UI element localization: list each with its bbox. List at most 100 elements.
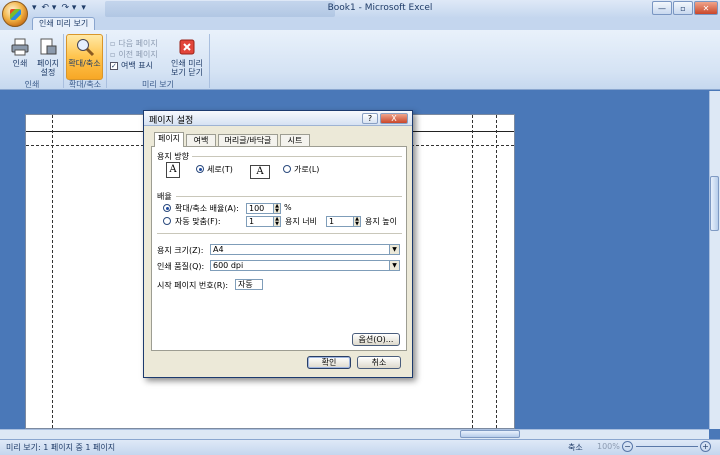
show-margins-label: 여백 표시 bbox=[121, 61, 153, 70]
zoom-in-icon[interactable]: + bbox=[700, 441, 711, 452]
zoom-button-content: 확대/축소 bbox=[66, 35, 103, 68]
next-page-button[interactable]: ▫ 다음 페이지 bbox=[110, 38, 158, 49]
window-title: Book1 - Microsoft Excel bbox=[327, 3, 433, 13]
zoom-out-icon[interactable]: − bbox=[622, 441, 633, 452]
portrait-icon: A bbox=[166, 162, 180, 178]
printer-icon bbox=[11, 38, 29, 56]
next-page-icon: ▫ bbox=[110, 39, 116, 48]
close-button[interactable]: ✕ bbox=[694, 1, 718, 15]
adjust-to-radio[interactable] bbox=[163, 204, 171, 212]
page-setup-icon bbox=[40, 38, 57, 55]
first-page-number-label: 시작 페이지 번호(R): bbox=[157, 281, 229, 290]
tab-sheet[interactable]: 시트 bbox=[280, 134, 310, 146]
paper-size-value: A4 bbox=[213, 245, 224, 254]
prev-page-icon: ▫ bbox=[110, 50, 116, 59]
vertical-scroll-thumb[interactable] bbox=[710, 176, 719, 231]
next-page-label: 다음 페이지 bbox=[118, 39, 158, 48]
tab-margins[interactable]: 여백 bbox=[186, 134, 216, 146]
margin-line-right bbox=[472, 115, 473, 428]
horizontal-scroll-thumb[interactable] bbox=[460, 430, 520, 438]
first-page-number-input[interactable]: 자동 bbox=[235, 279, 263, 290]
quick-access-toolbar: ▾ ↶ ▾ ↷ ▾ ▾ bbox=[32, 3, 86, 15]
fit-pages-tall-input[interactable]: 1 bbox=[326, 216, 354, 227]
group-divider bbox=[106, 34, 107, 88]
paper-size-select[interactable]: A4 ▼ bbox=[210, 244, 400, 255]
tab-header-footer[interactable]: 머리글/바닥글 bbox=[218, 134, 278, 146]
fit-to-label: 자동 맞춤(F): bbox=[175, 217, 221, 226]
status-bar: 미리 보기: 1 페이지 중 1 페이지 축소 100% − + bbox=[0, 439, 720, 455]
section-divider bbox=[176, 196, 402, 197]
cancel-button[interactable]: 취소 bbox=[357, 356, 401, 369]
minimize-button[interactable]: — bbox=[652, 1, 672, 15]
maximize-button[interactable]: ▫ bbox=[673, 1, 693, 15]
print-button-label: 인쇄 bbox=[12, 59, 28, 68]
page-setup-label-2: 설정 bbox=[40, 68, 56, 77]
portrait-radio[interactable] bbox=[196, 165, 204, 173]
ok-button[interactable]: 확인 bbox=[307, 356, 351, 369]
background-taskbar-ghost bbox=[105, 1, 335, 17]
qat-more-icon[interactable]: ▾ bbox=[81, 3, 86, 15]
zoom-button-label: 확대/축소 bbox=[68, 59, 101, 68]
redo-icon[interactable]: ↷ ▾ bbox=[61, 3, 76, 15]
zoom-slider[interactable] bbox=[636, 446, 698, 447]
scaling-heading: 배율 bbox=[157, 192, 172, 201]
group-label-print: 인쇄 bbox=[24, 80, 40, 89]
checkbox-checked-icon: ✓ bbox=[110, 61, 118, 70]
status-text: 미리 보기: 1 페이지 중 1 페이지 bbox=[6, 443, 116, 452]
dialog-close-button[interactable]: X bbox=[380, 113, 408, 124]
scale-percent-input[interactable]: 100 bbox=[246, 203, 274, 214]
ribbon-tab-row bbox=[0, 18, 720, 30]
margin-line-right-outer bbox=[496, 115, 497, 428]
vertical-scrollbar[interactable] bbox=[709, 91, 720, 429]
options-button[interactable]: 옵션(O)... bbox=[352, 333, 400, 346]
qat-customize[interactable]: ▾ bbox=[32, 3, 37, 15]
tab-page[interactable]: 페이지 bbox=[154, 132, 184, 147]
print-quality-label: 인쇄 품질(Q): bbox=[157, 262, 205, 271]
fit-pages-tall-spinner[interactable]: ▲ ▼ bbox=[353, 216, 361, 227]
prev-page-button[interactable]: ▫ 이전 페이지 bbox=[110, 49, 158, 60]
zoom-mode-label: 축소 bbox=[568, 443, 583, 452]
print-quality-select[interactable]: 600 dpi ▼ bbox=[210, 260, 400, 271]
preview-items: ▫ 다음 페이지 ▫ 이전 페이지 ✓ 여백 표시 bbox=[110, 38, 158, 71]
prev-page-label: 이전 페이지 bbox=[118, 50, 158, 59]
margin-line-left bbox=[52, 115, 53, 428]
close-preview-label-2: 보기 닫기 bbox=[171, 68, 203, 77]
group-label-preview: 미리 보기 bbox=[142, 80, 174, 89]
close-preview-label-1: 인쇄 미리 bbox=[171, 59, 203, 68]
office-button[interactable] bbox=[2, 1, 28, 27]
section-divider bbox=[157, 233, 402, 234]
portrait-label: 세로(T) bbox=[207, 165, 233, 174]
section-divider bbox=[192, 156, 402, 157]
paper-size-label: 용지 크기(Z): bbox=[157, 246, 204, 255]
page-setup-button[interactable]: 페이지 설정 bbox=[34, 35, 62, 77]
pages-tall-label: 용지 높이 bbox=[365, 217, 397, 226]
chevron-down-icon: ▼ bbox=[389, 245, 399, 254]
percent-sign: % bbox=[284, 203, 292, 212]
help-button[interactable]: ? bbox=[362, 113, 378, 124]
print-button[interactable]: 인쇄 bbox=[6, 35, 34, 68]
group-label-zoom: 확대/축소 bbox=[68, 80, 102, 89]
fit-pages-wide-input[interactable]: 1 bbox=[246, 216, 274, 227]
orientation-heading: 용지 방향 bbox=[157, 152, 189, 161]
window-controls: — ▫ ✕ bbox=[652, 1, 718, 15]
magnifier-icon bbox=[76, 39, 94, 57]
landscape-icon: A bbox=[250, 165, 270, 179]
tab-panel-page: 용지 방향 A 세로(T) A 가로(L) 배율 확대/축소 배율(A): 10… bbox=[151, 146, 407, 351]
chevron-down-icon: ▼ bbox=[389, 261, 399, 270]
dialog-title-bar: 페이지 설정 ? X bbox=[144, 111, 412, 126]
show-margins-checkbox[interactable]: ✓ 여백 표시 bbox=[110, 60, 158, 71]
fit-to-radio[interactable] bbox=[163, 217, 171, 225]
office-logo-icon bbox=[10, 9, 21, 20]
zoom-level: 100% bbox=[597, 442, 620, 451]
undo-icon[interactable]: ↶ ▾ bbox=[42, 3, 57, 15]
tab-print-preview[interactable]: 인쇄 미리 보기 bbox=[32, 17, 96, 31]
dialog-title: 페이지 설정 bbox=[149, 116, 194, 126]
horizontal-scrollbar[interactable] bbox=[0, 429, 709, 439]
page-setup-dialog: 페이지 설정 ? X 페이지 여백 머리글/바닥글 시트 용지 방향 A 세로(… bbox=[143, 110, 413, 378]
landscape-label: 가로(L) bbox=[294, 165, 320, 174]
fit-pages-wide-spinner[interactable]: ▲ ▼ bbox=[273, 216, 281, 227]
adjust-to-label: 확대/축소 배율(A): bbox=[175, 204, 239, 213]
scale-percent-spinner[interactable]: ▲ ▼ bbox=[273, 203, 281, 214]
close-preview-button[interactable]: 인쇄 미리 보기 닫기 bbox=[168, 35, 206, 77]
landscape-radio[interactable] bbox=[283, 165, 291, 173]
